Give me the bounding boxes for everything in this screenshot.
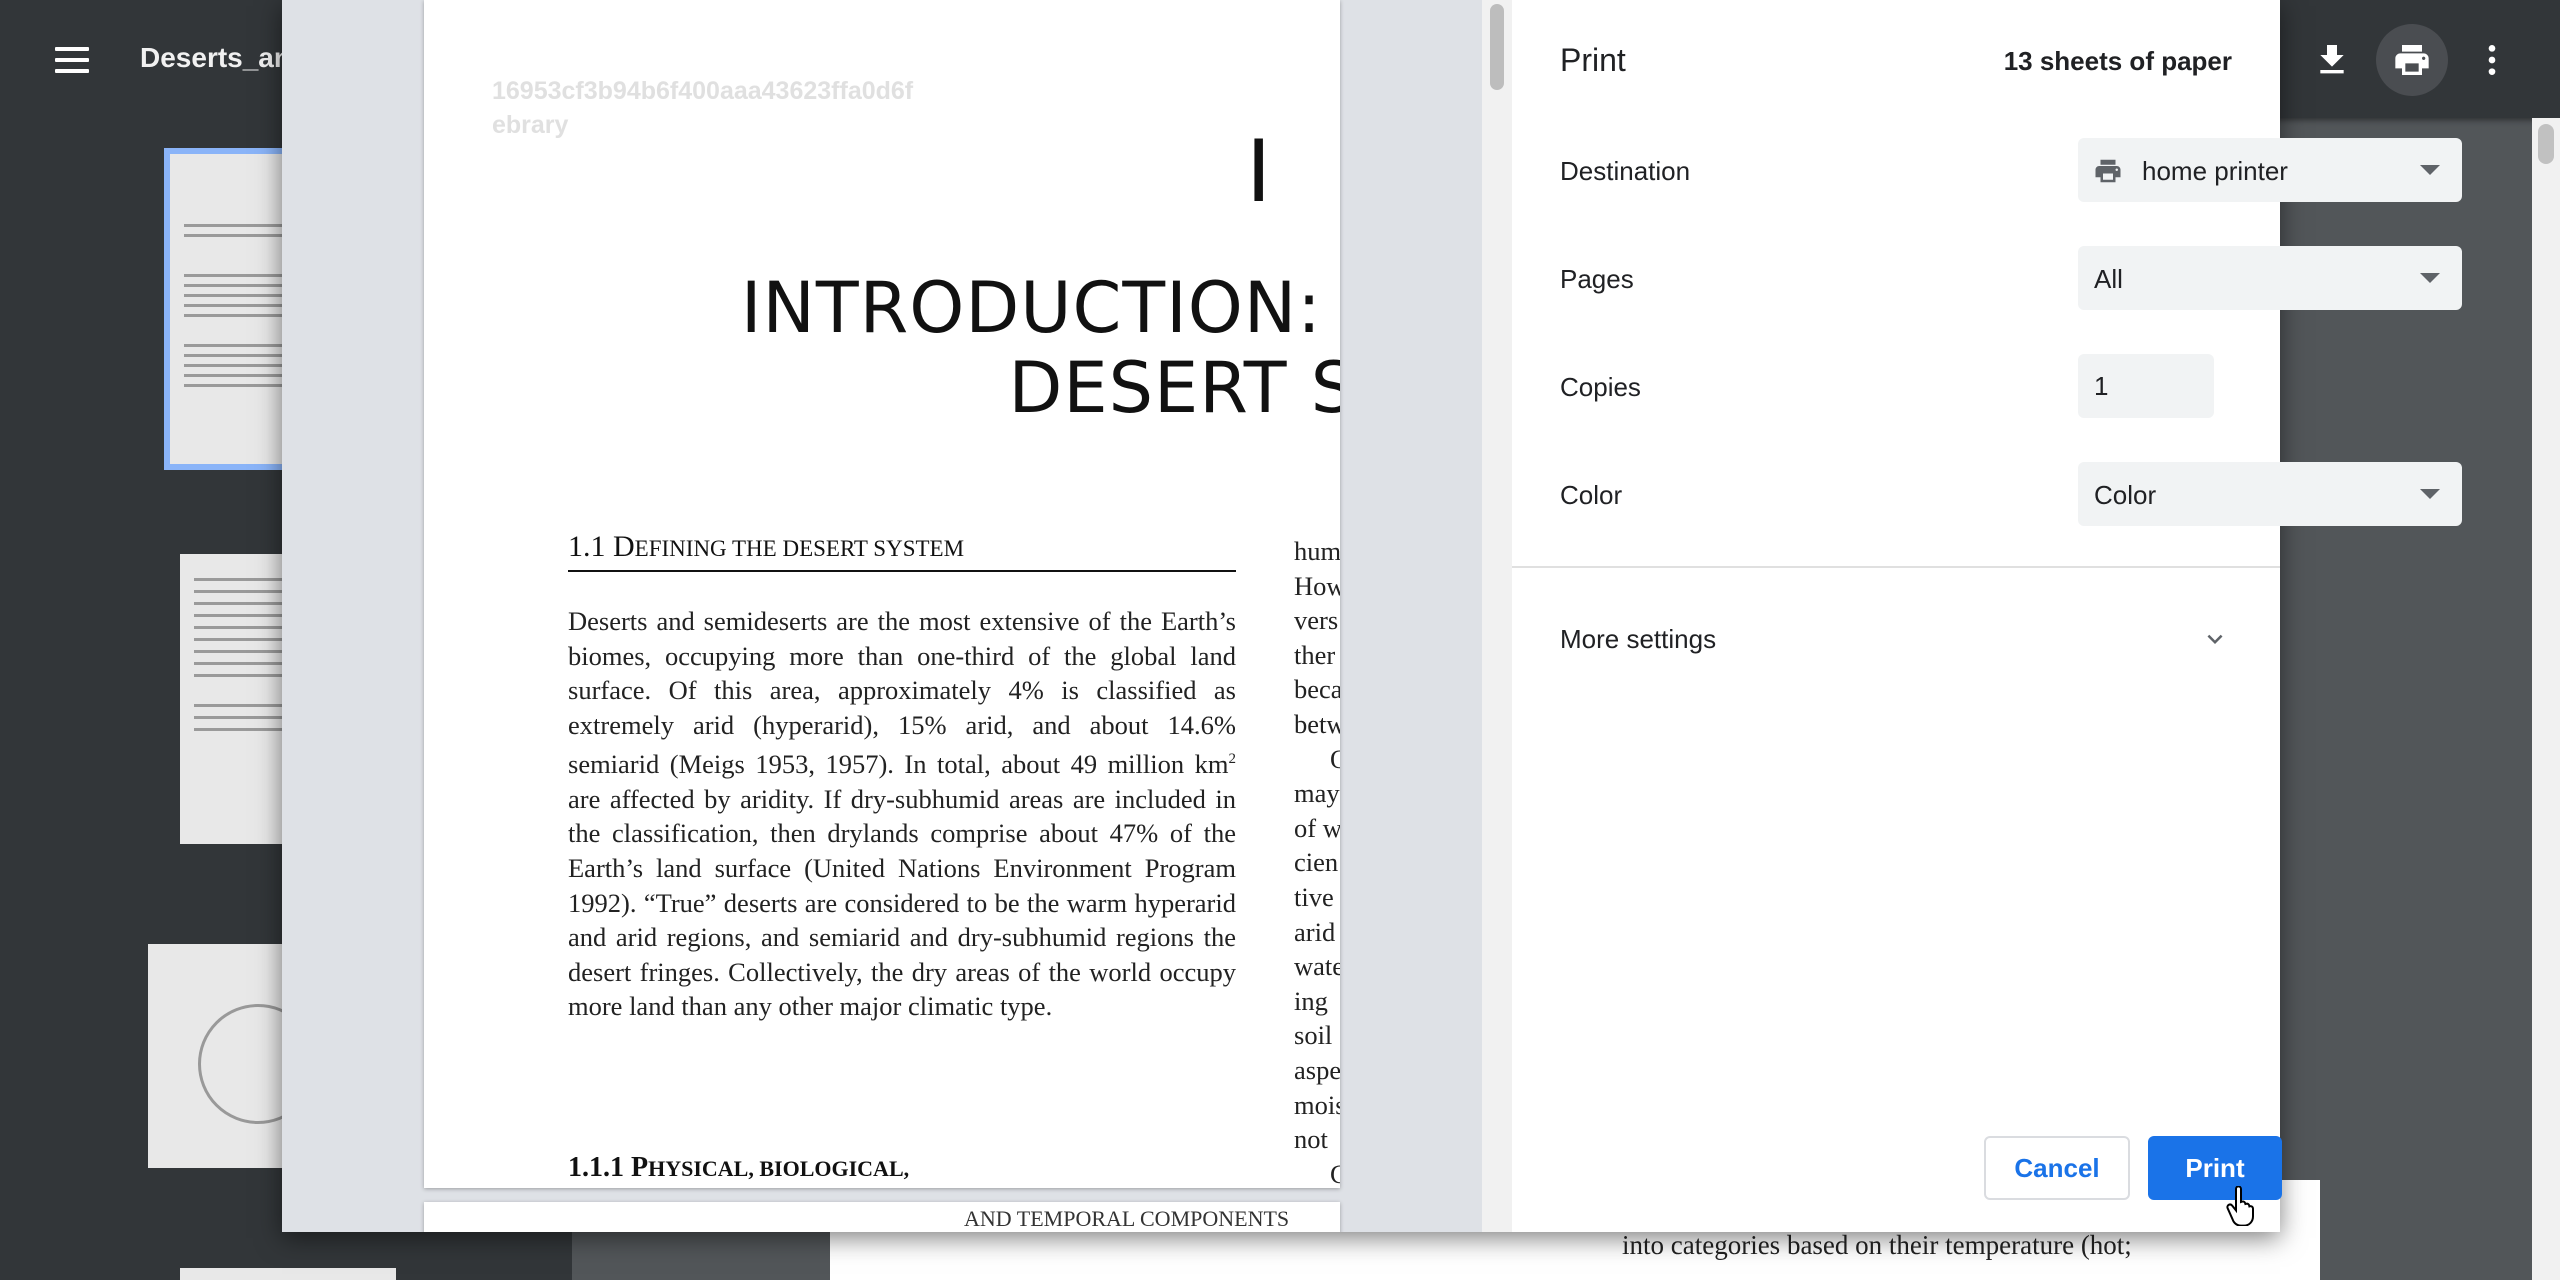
destination-value: home printer (2142, 156, 2288, 186)
preview-page-2: AND TEMPORAL COMPONENTS (424, 1202, 1340, 1232)
column-line: wate (1294, 951, 1340, 982)
print-button[interactable]: Print (2148, 1136, 2282, 1200)
column-line: cien (1294, 847, 1339, 878)
preview-page: 16953cf3b94b6f400aaa43623ffa0d6f ebrary … (424, 0, 1340, 1188)
divider (1512, 566, 2280, 568)
column-line: not (1294, 1124, 1328, 1155)
column-line: ther (1294, 639, 1336, 670)
chapter-number: I (1246, 122, 1272, 222)
color-label: Color (1560, 480, 1623, 510)
column-line: aspe (1294, 1054, 1340, 1085)
chapter-title: INTRODUCTION: D DESERT SY (740, 267, 1340, 429)
color-value: Color (2094, 480, 2157, 510)
body-paragraph: Deserts and semideserts are the most ext… (568, 606, 1236, 1022)
more-vert-icon[interactable] (2456, 24, 2528, 96)
print-preview-area: 16953cf3b94b6f400aaa43623ffa0d6f ebrary … (282, 0, 1512, 1232)
more-settings-label: More settings (1560, 624, 1717, 654)
section-heading: 1.1 DEFINING THE DESERT SYSTEM (568, 530, 1236, 572)
destination-label: Destination (1560, 156, 1691, 186)
subsection-heading: 1.1.1 PHYSICAL, BIOLOGICAL, (568, 1152, 910, 1183)
copies-input[interactable] (2078, 354, 2214, 418)
pages-label: Pages (1560, 264, 1634, 294)
page-thumbnail[interactable] (180, 1268, 396, 1280)
download-icon[interactable] (2296, 24, 2368, 96)
chevron-down-icon (2207, 634, 2223, 644)
destination-select[interactable]: home printer (2078, 138, 2462, 202)
column-line: O (1330, 743, 1340, 774)
column-line: of w (1294, 812, 1340, 843)
column-line: beca (1294, 674, 1340, 705)
cancel-button[interactable]: Cancel (1984, 1136, 2130, 1200)
pages-select[interactable]: All (2078, 246, 2462, 310)
printer-icon (2092, 156, 2124, 193)
print-dialog: 16953cf3b94b6f400aaa43623ffa0d6f ebrary … (282, 0, 2462, 1232)
second-column-text: hum How vers ther beca betw Omay of w cien tive ar… (1294, 534, 1340, 1188)
print-icon[interactable] (2376, 24, 2448, 96)
preview-scrollbar[interactable] (1482, 0, 1512, 1232)
hamburger-menu-icon[interactable] (46, 34, 98, 86)
column-line: betw (1294, 708, 1340, 739)
print-settings-panel: Print 13 sheets of paper Destination hom… (1512, 0, 2462, 1232)
sheets-count: 13 sheets of paper (2003, 46, 2232, 76)
copies-label: Copies (1560, 372, 1641, 402)
column-line: mois (1294, 1089, 1340, 1120)
column-line: soil (1294, 1020, 1333, 1051)
dropdown-caret-icon (2420, 489, 2440, 499)
column-line: ing (1294, 985, 1328, 1016)
color-select[interactable]: Color (2078, 462, 2462, 526)
column-line: hum (1294, 536, 1340, 566)
column-line: vers (1294, 605, 1339, 636)
dropdown-caret-icon (2420, 273, 2440, 283)
column-line: C (1330, 1158, 1340, 1188)
column-line: arid (1294, 916, 1336, 947)
hand-cursor-icon (2226, 1185, 2256, 1231)
column-line: tive (1294, 881, 1334, 912)
dialog-title: Print (1560, 42, 1626, 78)
pages-value: All (2094, 264, 2123, 294)
viewer-page-text: into categories based on their temperatu… (1622, 1230, 2132, 1260)
watermark: 16953cf3b94b6f400aaa43623ffa0d6f ebrary (492, 77, 914, 139)
preview-page-2-text: AND TEMPORAL COMPONENTS (964, 1206, 1290, 1231)
more-settings-toggle[interactable]: More settings (1512, 600, 2280, 676)
viewer-scrollbar[interactable] (2532, 118, 2560, 1280)
column-line: may (1294, 778, 1340, 809)
dropdown-caret-icon (2420, 165, 2440, 175)
column-line: How (1294, 570, 1340, 601)
